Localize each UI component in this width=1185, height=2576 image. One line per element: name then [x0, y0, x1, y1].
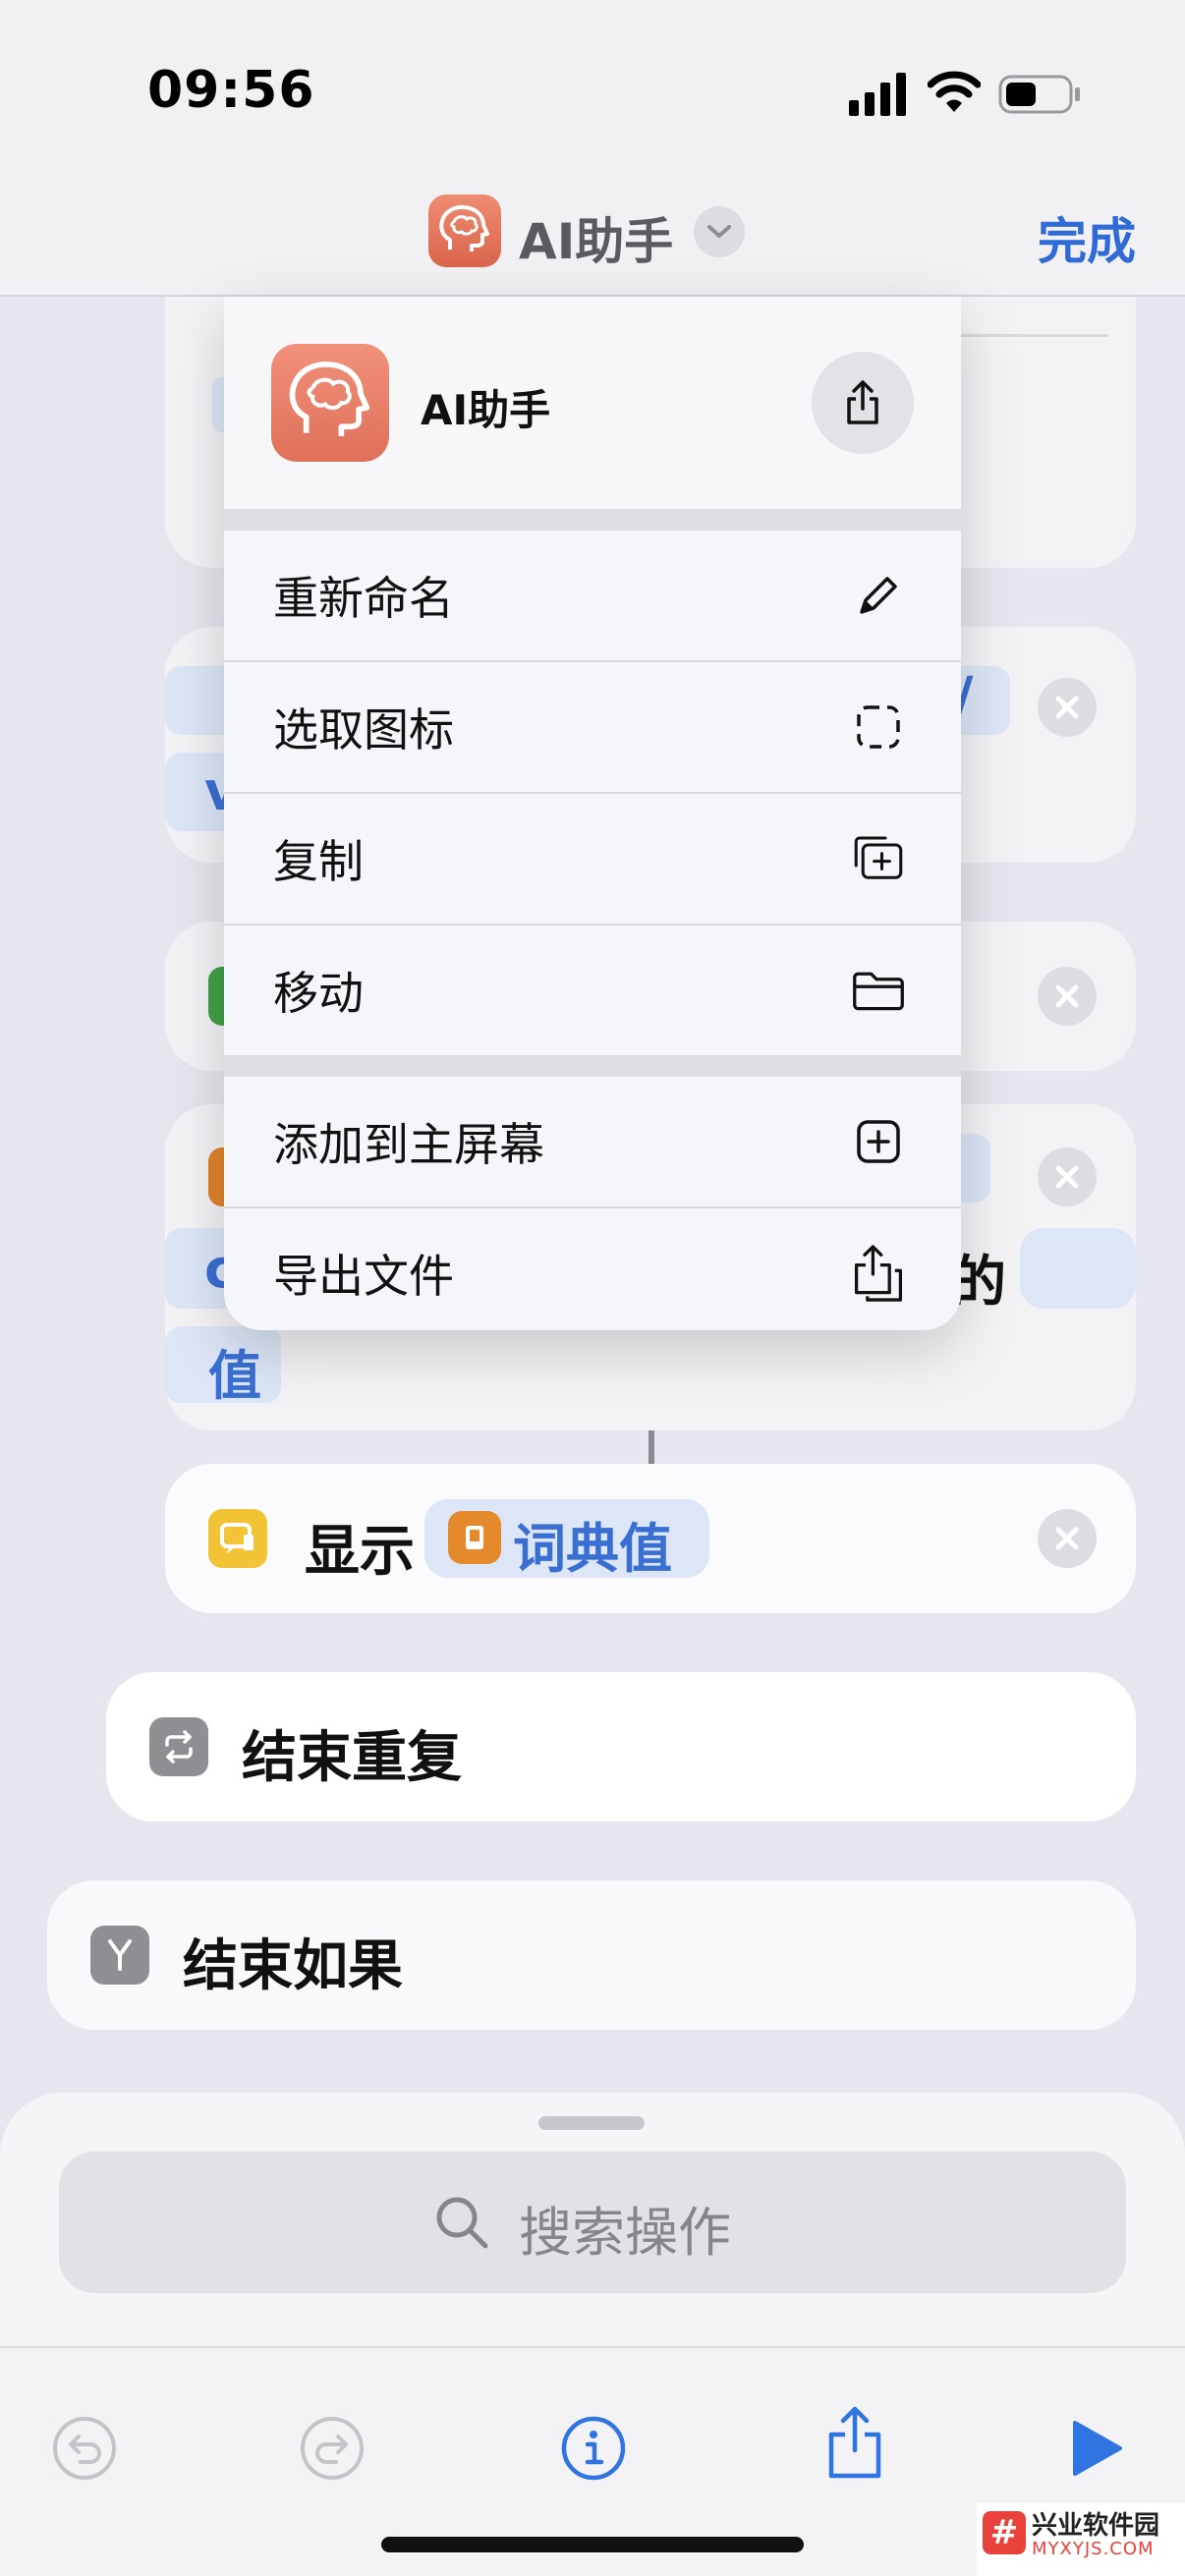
info-icon: [561, 2416, 626, 2481]
close-icon: [1055, 1165, 1079, 1189]
menu-share-button[interactable]: [812, 352, 914, 454]
menu-header: AI助手: [224, 297, 961, 509]
menu-item-label: 导出文件: [273, 1250, 454, 1303]
undo-icon: [53, 2417, 116, 2480]
export-icon: [851, 1245, 906, 1302]
shortcut-context-menu: AI助手 重新命名 选取图标 复制 移动 添加到主屏幕 导出文件: [224, 297, 961, 1330]
show-result-icon: [208, 1509, 267, 1568]
search-placeholder: 搜索操作: [519, 2202, 731, 2264]
show-label: 显示: [305, 1520, 415, 1584]
menu-app-name: AI助手: [421, 386, 551, 434]
script-card-show[interactable]: 显示 词典值: [165, 1464, 1136, 1613]
run-button[interactable]: [1057, 2409, 1136, 2488]
redo-icon: [301, 2417, 364, 2480]
menu-item-label: 添加到主屏幕: [273, 1118, 544, 1171]
share-icon: [828, 2406, 881, 2479]
close-icon: [1055, 696, 1079, 719]
delete-action-button[interactable]: [1038, 678, 1097, 737]
sheet-grabber[interactable]: [538, 2116, 645, 2130]
delete-action-button[interactable]: [1038, 1148, 1097, 1206]
watermark-logo: #: [983, 2511, 1026, 2554]
repeat-icon: [149, 1717, 208, 1776]
navigation-bar: 09:56 AI助手 完成: [0, 0, 1185, 297]
menu-item-duplicate[interactable]: 复制: [224, 794, 961, 924]
menu-item-label: 重新命名: [273, 572, 454, 625]
watermark-domain: MYXYJS.COM: [1032, 2539, 1155, 2559]
search-icon: [436, 2197, 488, 2249]
end-repeat-label: 结束重复: [242, 1726, 462, 1790]
script-card-end-repeat[interactable]: 结束重复: [106, 1672, 1136, 1821]
menu-item-choose-icon[interactable]: 选取图标: [224, 662, 961, 792]
close-icon: [1055, 984, 1079, 1008]
flow-connector: [649, 1430, 654, 1464]
delete-action-button[interactable]: [1038, 1509, 1097, 1568]
menu-item-add-to-home[interactable]: 添加到主屏幕: [224, 1077, 961, 1206]
folder-icon: [851, 963, 906, 1018]
menu-item-label: 选取图标: [273, 703, 454, 756]
delete-action-button[interactable]: [1038, 967, 1097, 1026]
brain-head-icon: [439, 204, 489, 252]
brain-head-icon: [289, 362, 370, 437]
battery-icon: [998, 75, 1080, 114]
menu-item-label: 移动: [273, 967, 364, 1020]
shortcut-app-icon[interactable]: [428, 195, 501, 267]
title-menu-button[interactable]: [694, 206, 745, 257]
home-indicator: [381, 2537, 804, 2552]
shortcut-title[interactable]: AI助手: [519, 202, 673, 273]
script-card-end-if[interactable]: 结束如果: [47, 1880, 1136, 2030]
chevron-down-icon: [707, 225, 731, 238]
branch-icon: [90, 1926, 149, 1985]
dictionary-value-text: 词典值: [513, 1518, 672, 1580]
end-if-label: 结束如果: [183, 1934, 403, 1998]
dictionary-icon: [448, 1511, 501, 1564]
status-time: 09:56: [147, 61, 315, 120]
dictionary-value-token[interactable]: 词典值: [424, 1499, 709, 1580]
watermark-name: 兴业软件园: [1032, 2511, 1160, 2541]
undo-button[interactable]: [45, 2409, 124, 2488]
plus-square-icon: [851, 1114, 906, 1169]
menu-app-icon: [271, 344, 389, 462]
redo-button[interactable]: [293, 2409, 371, 2488]
menu-item-move[interactable]: 移动: [224, 925, 961, 1055]
duplicate-icon: [851, 831, 906, 886]
menu-group-separator: [224, 509, 961, 531]
menu-item-label: 复制: [273, 835, 364, 888]
play-icon: [1073, 2421, 1122, 2476]
menu-item-rename[interactable]: 重新命名: [224, 531, 961, 660]
dashed-square-icon: [851, 700, 906, 755]
share-icon: [847, 380, 878, 424]
close-icon: [1055, 1527, 1079, 1550]
info-button[interactable]: [554, 2409, 633, 2488]
token-text-value: 值: [208, 1345, 261, 1407]
share-button[interactable]: [816, 2403, 894, 2482]
dict-token[interactable]: [1020, 1228, 1136, 1309]
menu-item-export-file[interactable]: 导出文件: [224, 1208, 961, 1330]
wifi-icon: [928, 71, 981, 112]
pencil-icon: [851, 568, 906, 623]
value-token[interactable]: 值: [165, 1326, 281, 1407]
menu-group-separator: [224, 1055, 961, 1077]
done-button[interactable]: 完成: [1038, 202, 1136, 273]
cellular-signal-icon: [849, 73, 906, 116]
